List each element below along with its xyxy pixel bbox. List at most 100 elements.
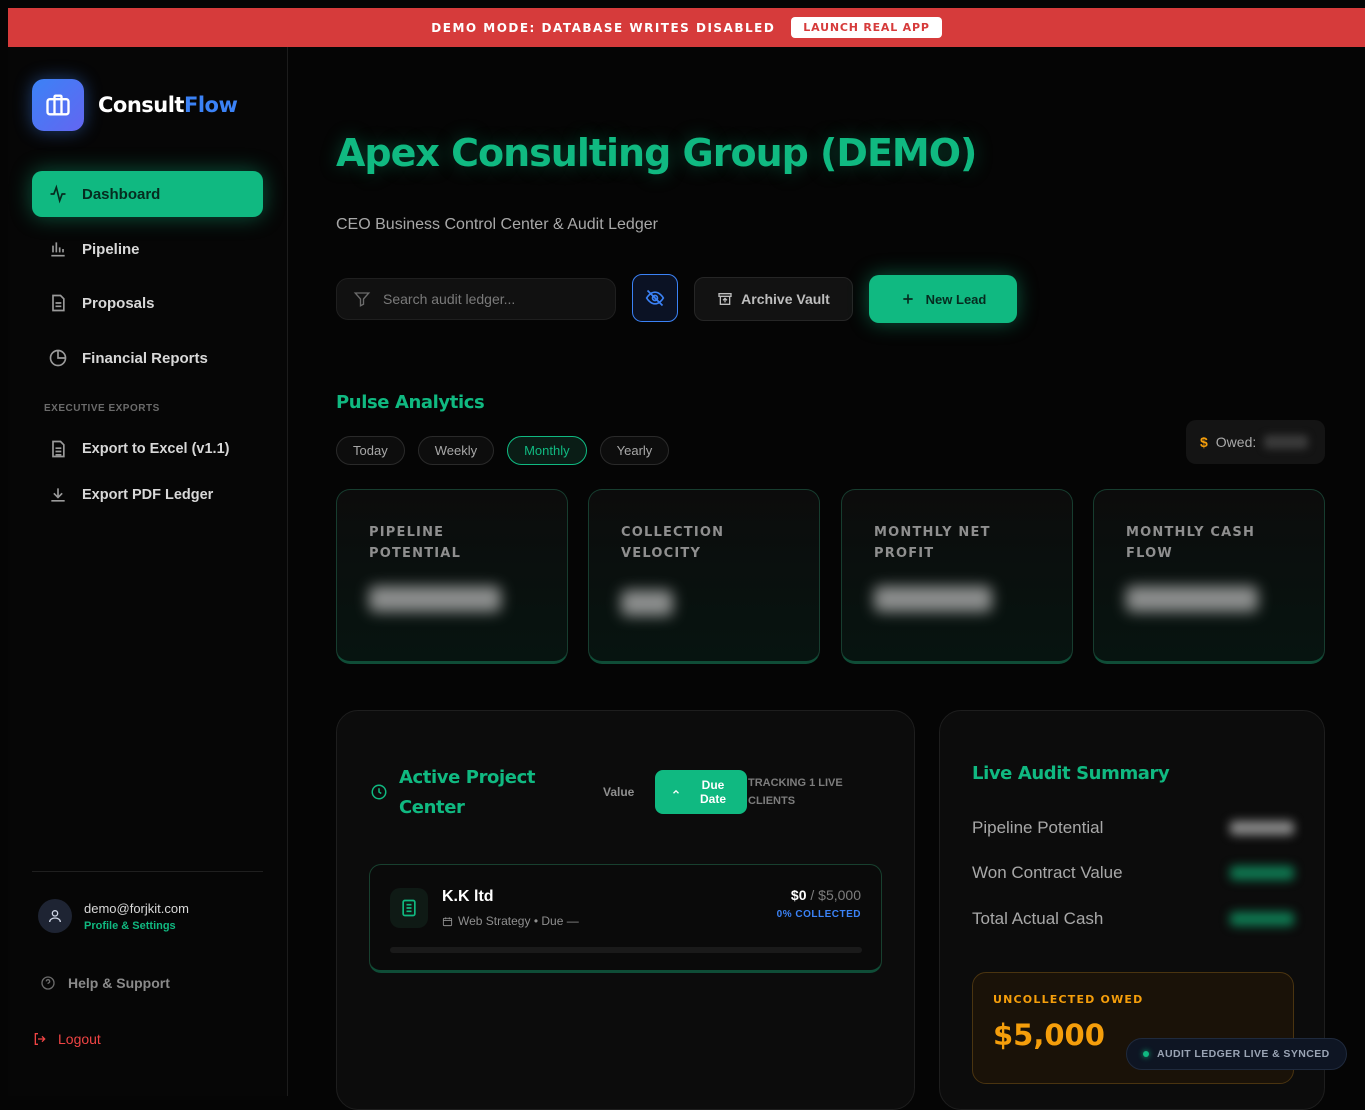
project-total: / $5,000: [810, 887, 861, 903]
tab-monthly[interactable]: Monthly: [507, 436, 587, 465]
archive-vault-button[interactable]: Archive Vault: [694, 277, 853, 321]
search-input[interactable]: [383, 291, 593, 307]
profile-settings-link[interactable]: Profile & Settings: [84, 920, 189, 932]
active-project-center-panel: Active Project Center Value Due Date TRA…: [336, 710, 915, 1110]
project-paid: $0: [790, 887, 807, 903]
logout-label: Logout: [58, 1031, 101, 1047]
pie-chart-icon: [49, 349, 67, 367]
demo-banner: DEMO MODE: DATABASE WRITES DISABLED LAUN…: [8, 8, 1365, 47]
metric-card-monthly-net-profit[interactable]: MONTHLY NET PROFIT: [841, 489, 1073, 664]
user-icon: [38, 899, 72, 933]
sidebar-item-label: Dashboard: [82, 185, 161, 203]
archive-icon: [718, 293, 732, 305]
page-subtitle: CEO Business Control Center & Audit Ledg…: [336, 216, 658, 233]
sidebar-item-label: Financial Reports: [82, 349, 208, 367]
activity-icon: [50, 184, 66, 204]
tab-today[interactable]: Today: [336, 436, 405, 465]
metric-value-blurred: [369, 586, 501, 612]
export-excel-button[interactable]: Export to Excel (v1.1): [32, 426, 263, 472]
sidebar-item-pipeline[interactable]: Pipeline: [32, 226, 263, 272]
logout-button[interactable]: Logout: [32, 1031, 101, 1047]
project-meta-text: Web Strategy • Due —: [458, 914, 579, 928]
bar-chart-icon: [51, 242, 65, 257]
export-pdf-label: Export PDF Ledger: [82, 487, 214, 503]
new-lead-button[interactable]: New Lead: [869, 275, 1017, 323]
search-box[interactable]: [336, 278, 616, 320]
audit-row-won-contract-value: Won Contract Value: [972, 863, 1294, 883]
metric-label: PIPELINE POTENTIAL: [369, 525, 462, 561]
audit-row-label: Pipeline Potential: [972, 818, 1104, 837]
sidebar-divider: [32, 871, 263, 872]
filter-icon: [353, 292, 371, 307]
sidebar: ConsultFlow Dashboard Pipeline Proposals…: [8, 47, 288, 1096]
sidebar-item-label: Proposals: [82, 294, 155, 312]
export-excel-label: Export to Excel (v1.1): [82, 441, 230, 457]
active-project-center-title: Active Project Center: [399, 767, 536, 818]
metric-value-blurred: [874, 586, 992, 612]
main-content: Apex Consulting Group (DEMO) CEO Busines…: [289, 47, 1365, 1110]
tab-weekly[interactable]: Weekly: [417, 436, 495, 465]
brand-name: ConsultFlow: [98, 93, 238, 117]
eye-off-icon: [645, 289, 665, 307]
audit-value-blurred: [1230, 912, 1294, 926]
metric-value-blurred: [1126, 586, 1258, 612]
project-amount: $0 / $5,000: [791, 887, 861, 903]
metric-card-monthly-cash-flow[interactable]: MONTHLY CASH FLOW: [1093, 489, 1325, 664]
privacy-toggle-button[interactable]: [632, 274, 678, 322]
chevron-up-icon: [673, 789, 679, 794]
section-label-executive-exports: EXECUTIVE EXPORTS: [44, 403, 160, 414]
sync-status-text: AUDIT LEDGER LIVE & SYNCED: [1157, 1048, 1330, 1060]
project-meta: Web Strategy • Due —: [442, 914, 579, 928]
audit-row-label: Won Contract Value: [972, 863, 1123, 882]
project-card[interactable]: K.K ltd Web Strategy • Due — $0 / $5,000…: [369, 864, 882, 973]
plus-icon: [902, 294, 913, 304]
due-date-label: Due Date: [699, 778, 726, 806]
sidebar-item-label: Pipeline: [82, 240, 140, 258]
help-support-link[interactable]: Help & Support: [40, 975, 170, 991]
live-audit-summary-title: Live Audit Summary: [972, 763, 1170, 784]
project-name: K.K ltd: [442, 888, 494, 905]
sort-value-button[interactable]: Value: [603, 785, 634, 799]
sidebar-item-financial-reports[interactable]: Financial Reports: [32, 335, 263, 381]
clock-icon: [371, 784, 387, 800]
owed-label: Owed:: [1215, 434, 1257, 450]
metric-card-collection-velocity[interactable]: COLLECTION VELOCITY: [588, 489, 820, 664]
tab-yearly[interactable]: Yearly: [599, 436, 670, 465]
calendar-icon: [442, 916, 453, 926]
metric-card-pipeline-potential[interactable]: PIPELINE POTENTIAL: [336, 489, 568, 664]
metric-label: MONTHLY NET PROFIT: [874, 525, 991, 561]
metric-value-blurred: [621, 590, 673, 616]
project-collected: 0% COLLECTED: [776, 909, 861, 920]
audit-value-blurred: [1230, 866, 1294, 880]
audit-value-blurred: [1230, 821, 1294, 835]
owed-value-blurred: [1264, 435, 1309, 449]
audit-row-pipeline-potential: Pipeline Potential: [972, 818, 1294, 838]
user-email: demo@forjkit.com: [84, 900, 189, 916]
sidebar-item-dashboard[interactable]: Dashboard: [32, 171, 263, 217]
owed-badge: $ Owed:: [1186, 420, 1325, 464]
metric-label: COLLECTION VELOCITY: [621, 525, 725, 561]
sort-due-date-button[interactable]: Due Date: [655, 770, 747, 814]
launch-real-app-button[interactable]: LAUNCH REAL APP: [791, 17, 942, 38]
document-icon: [52, 294, 65, 312]
user-profile[interactable]: demo@forjkit.com Profile & Settings: [38, 899, 189, 933]
brand-logo[interactable]: ConsultFlow: [32, 79, 238, 131]
logout-icon: [34, 1033, 46, 1045]
project-progress-bar: [390, 947, 862, 953]
download-icon: [51, 488, 65, 502]
pulse-analytics-title: Pulse Analytics: [336, 392, 485, 413]
new-lead-label: New Lead: [925, 291, 987, 307]
help-circle-icon: [41, 976, 55, 990]
dollar-icon: $: [1200, 434, 1208, 450]
export-pdf-button[interactable]: Export PDF Ledger: [32, 472, 263, 518]
notebook-icon: [390, 888, 428, 928]
uncollected-owed-label: UNCOLLECTED OWED: [993, 993, 1144, 1006]
sidebar-item-proposals[interactable]: Proposals: [32, 280, 263, 326]
spreadsheet-icon: [52, 440, 65, 458]
audit-row-total-actual-cash: Total Actual Cash: [972, 909, 1294, 929]
demo-banner-text: DEMO MODE: DATABASE WRITES DISABLED: [431, 20, 776, 35]
archive-vault-label: Archive Vault: [741, 291, 830, 307]
period-tabs: Today Weekly Monthly Yearly: [336, 436, 670, 465]
metric-label: MONTHLY CASH FLOW: [1126, 525, 1256, 561]
audit-row-label: Total Actual Cash: [972, 909, 1104, 928]
